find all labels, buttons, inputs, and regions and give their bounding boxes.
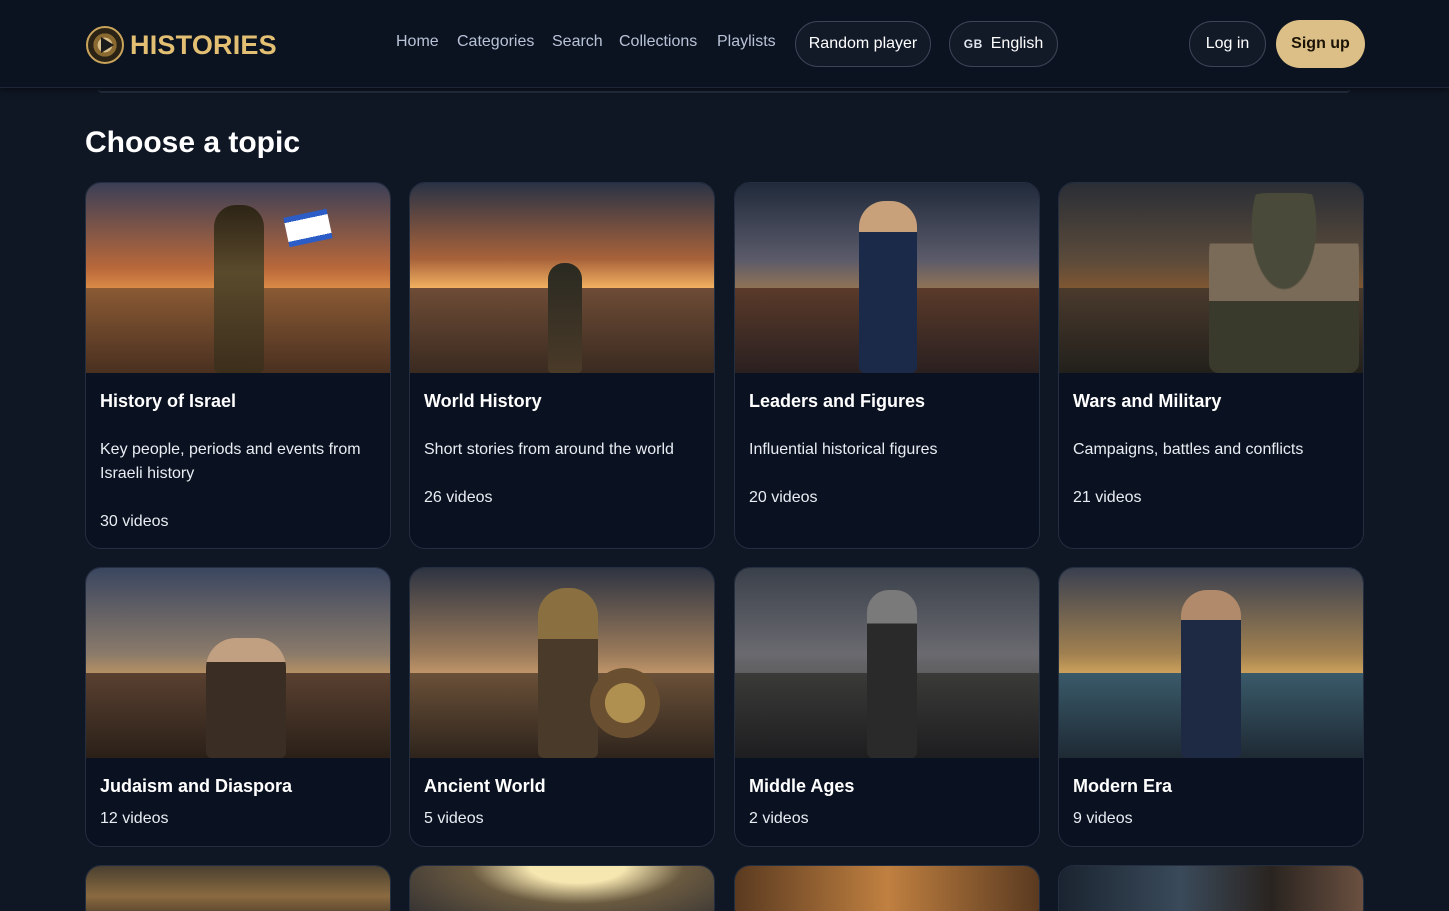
signup-button[interactable]: Sign up [1276,20,1365,68]
login-button[interactable]: Log in [1189,21,1266,67]
category-title: Ancient World [424,776,546,796]
category-thumbnail [1059,866,1363,911]
category-thumbnail [410,183,714,373]
category-video-count: 21 videos [1073,489,1142,506]
category-thumbnail [410,866,714,911]
category-title: World History [424,391,542,411]
category-card-wars-and-military[interactable]: Wars and Military Campaigns, battles and… [1058,182,1364,549]
nav-categories[interactable]: Categories [457,33,534,51]
nav-home[interactable]: Home [396,33,439,51]
category-description: Influential historical figures [749,441,938,458]
nav-playlists[interactable]: Playlists [717,33,776,51]
category-thumbnail [86,183,390,373]
category-title: Modern Era [1073,776,1173,796]
category-title: Leaders and Figures [749,391,926,411]
banner-edge [98,89,1350,93]
category-card-ancient-world[interactable]: Ancient World 5 videos [409,567,715,847]
category-description: Campaigns, battles and conflicts [1073,441,1304,458]
page-title: Choose a topic [85,126,301,159]
category-thumbnail [86,568,390,758]
category-description: Short stories from around the world [424,441,674,458]
language-label: English [990,35,1044,52]
brand-logo[interactable]: HISTORIES [86,26,277,64]
category-thumbnail [1059,568,1363,758]
category-video-count: 30 videos [100,513,169,530]
category-card-partial-3[interactable] [734,865,1040,911]
category-card-partial-2[interactable] [409,865,715,911]
category-title: Middle Ages [749,776,855,796]
category-video-count: 12 videos [100,810,169,827]
category-card-world-history[interactable]: World History Short stories from around … [409,182,715,549]
category-video-count: 5 videos [424,810,484,827]
category-thumbnail [410,568,714,758]
category-thumbnail [735,568,1039,758]
nav-collections[interactable]: Collections [619,33,697,51]
category-video-count: 2 videos [749,810,809,827]
category-video-count: 9 videos [1073,810,1133,827]
language-selector[interactable]: GB English [949,21,1058,67]
category-thumbnail [86,866,390,911]
category-description: Key people, periods and events from Isra… [100,441,361,482]
nav-search[interactable]: Search [552,33,603,51]
category-thumbnail [735,866,1039,911]
category-title: Judaism and Diaspora [100,776,293,796]
category-title: History of Israel [100,391,237,411]
play-logo-icon [86,26,124,64]
category-card-judaism-and-diaspora[interactable]: Judaism and Diaspora 12 videos [85,567,391,847]
category-card-partial-4[interactable] [1058,865,1364,911]
flag-gb-icon: GB [963,37,983,51]
site-header: HISTORIES Home Categories Search Collect… [0,0,1449,88]
category-video-count: 26 videos [424,489,493,506]
category-card-partial-1[interactable] [85,865,391,911]
category-thumbnail [735,183,1039,373]
random-player-button[interactable]: Random player [795,21,931,67]
category-thumbnail [1059,183,1363,373]
category-title: Wars and Military [1073,391,1222,411]
category-card-middle-ages[interactable]: Middle Ages 2 videos [734,567,1040,847]
brand-name: HISTORIES [130,29,277,60]
category-card-history-of-israel[interactable]: History of Israel Key people, periods an… [85,182,391,549]
category-video-count: 20 videos [749,489,818,506]
category-card-modern-era[interactable]: Modern Era 9 videos [1058,567,1364,847]
category-card-leaders-and-figures[interactable]: Leaders and Figures Influential historic… [734,182,1040,549]
